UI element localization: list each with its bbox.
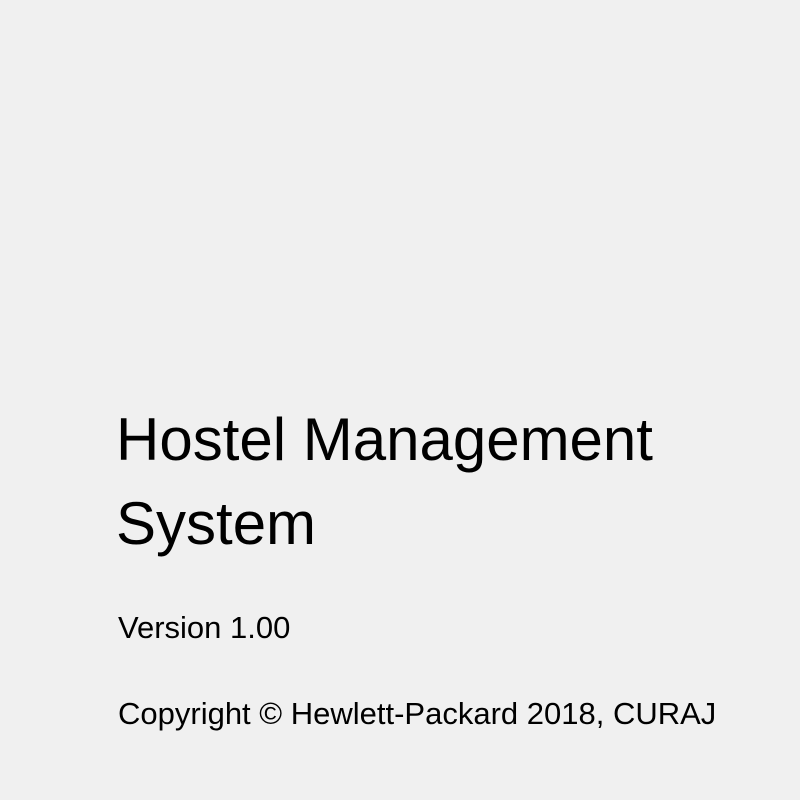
product-title-line-2: System <box>116 490 317 557</box>
product-title: Hostel Management System <box>116 398 776 566</box>
about-splash: Hostel Management System Version 1.00 Cop… <box>0 0 800 800</box>
product-title-line-1: Hostel Management <box>116 406 653 473</box>
copyright-label: Copyright © Hewlett-Packard 2018, CURAJ <box>118 696 717 731</box>
version-label: Version 1.00 <box>118 610 291 645</box>
